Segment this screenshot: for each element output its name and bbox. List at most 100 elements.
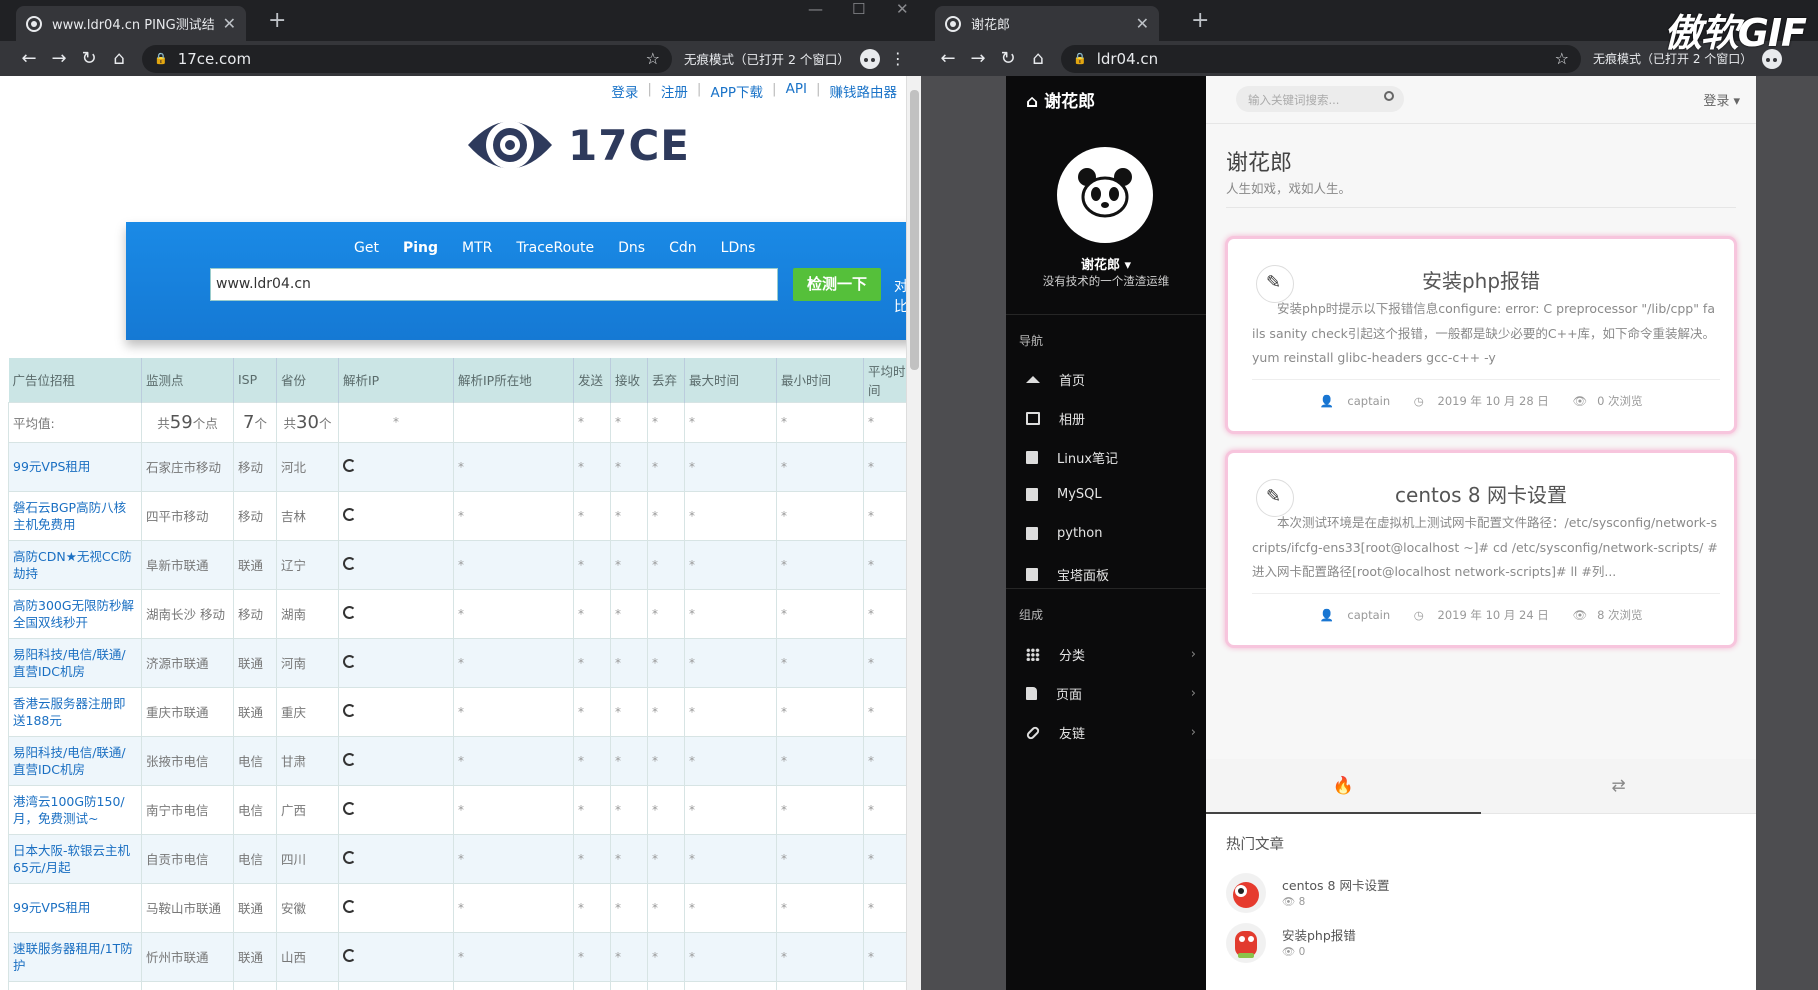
result-cell: * <box>684 637 777 688</box>
home-icon[interactable]: ⌂ <box>104 48 134 69</box>
address-bar[interactable]: 🔒 17ce.com ☆ <box>142 44 672 73</box>
result-cell: * <box>684 931 777 982</box>
avg-cell: * <box>776 401 864 443</box>
close-icon[interactable]: ✕ <box>1136 14 1149 33</box>
nav-item-home[interactable]: 首页 <box>1026 370 1196 389</box>
post-title[interactable]: 安装php报错 <box>1228 265 1734 294</box>
isp-cell: 移动 <box>233 441 277 492</box>
column-header: 最大时间 <box>684 358 777 402</box>
ad-link[interactable]: 高防CDN★无视CC防劫持 <box>8 539 142 590</box>
ad-link[interactable]: 香港云服务器注册即送188元 <box>8 686 142 737</box>
nav-item-linux[interactable]: Linux笔记 <box>1026 448 1196 467</box>
api-link[interactable]: API <box>786 81 807 101</box>
nav-item-python[interactable]: python <box>1026 526 1196 541</box>
tab-mtr[interactable]: MTR <box>462 240 492 256</box>
avg-label: 平均值: <box>8 401 142 443</box>
ad-link[interactable]: 日本大阪-软银云主机65元/月起 <box>8 833 142 884</box>
login-dropdown[interactable]: 登录 ▾ <box>1703 90 1740 109</box>
reload-icon[interactable]: ↻ <box>74 48 104 69</box>
window-close-icon[interactable]: ✕ <box>896 0 909 18</box>
tab-traceroute[interactable]: TraceRoute <box>516 240 594 256</box>
back-icon[interactable]: ← <box>933 48 963 69</box>
post-title[interactable]: centos 8 网卡设置 <box>1228 479 1734 508</box>
nav-item-category[interactable]: 分类 › <box>1026 645 1196 664</box>
ad-link[interactable]: 99元VPS租用 <box>8 882 142 933</box>
search-input[interactable]: 输入关键词搜索... <box>1236 86 1404 112</box>
minimize-icon[interactable]: — <box>808 0 823 18</box>
blog-brand[interactable]: ⌂ 谢花郎 <box>1026 87 1095 112</box>
table-row: 百度cdn加速 流量0.04元/GB黑龙江哈尔滨联通1联通黑龙江******* <box>8 980 907 990</box>
reload-icon[interactable]: ↻ <box>993 48 1023 69</box>
tab-dns[interactable]: Dns <box>618 240 645 256</box>
monitor-node: 张掖市电信 <box>141 735 234 786</box>
hot-post-title[interactable]: 安装php报错 <box>1282 925 1356 944</box>
maximize-icon[interactable]: ☐ <box>852 0 865 18</box>
table-row: 易阳科技/电信/联通/直营IDC机房 张掖市电信 电信 甘肃 * * * * * * * <box>8 735 907 786</box>
result-cell: * <box>776 931 864 982</box>
new-tab-icon[interactable]: + <box>1191 8 1209 33</box>
incognito-icon[interactable] <box>859 48 880 69</box>
divider <box>1006 588 1206 589</box>
register-link[interactable]: 注册 <box>661 81 688 101</box>
new-tab-icon[interactable]: + <box>268 8 286 33</box>
post-card[interactable]: centos 8 网卡设置 本次测试环境是在虚拟机上测试网卡配置文件路径：/et… <box>1225 450 1737 648</box>
check-button[interactable]: 检测一下 <box>793 268 881 301</box>
nav-item-pages[interactable]: 页面 › <box>1026 684 1196 703</box>
bookmark-star-icon[interactable]: ☆ <box>1555 49 1569 68</box>
eye-icon: 👁 <box>1282 946 1299 958</box>
login-link[interactable]: 登录 <box>611 81 638 101</box>
nav-item-mysql[interactable]: MySQL <box>1026 487 1196 502</box>
tab-hot[interactable]: 🔥 <box>1206 759 1481 814</box>
tab-random[interactable]: ⇄ <box>1481 759 1756 814</box>
ad-link[interactable]: 易阳科技/电信/联通/直营IDC机房 <box>8 735 142 786</box>
ad-link[interactable]: 99元VPS租用 <box>8 441 142 492</box>
ad-link[interactable]: 磐石云BGP高防八核主机免费用 <box>8 490 142 541</box>
url-input[interactable]: www.ldr04.cn <box>210 268 778 301</box>
avatar[interactable] <box>1057 147 1153 243</box>
nav-item-baota[interactable]: 宝塔面板 <box>1026 565 1196 584</box>
ce17-logo[interactable]: 17CE <box>466 110 690 180</box>
tab-ping[interactable]: Ping <box>403 240 438 256</box>
post-card[interactable]: 安装php报错 安装php时提示以下报错信息configure: error: … <box>1225 236 1737 434</box>
left-tab[interactable]: www.ldr04.cn PING测试结果 网 ✕ <box>16 6 246 41</box>
ad-link[interactable]: 百度cdn加速 流量0.04元/GB <box>8 980 142 990</box>
right-tab[interactable]: 谢花郎 ✕ <box>935 6 1159 41</box>
isp-cell: 联通 <box>233 931 277 982</box>
bookmark-star-icon[interactable]: ☆ <box>646 49 660 68</box>
home-icon[interactable]: ⌂ <box>1023 48 1053 69</box>
menu-icon[interactable]: ⋮ <box>890 49 906 68</box>
author[interactable]: 👤 captain <box>1314 394 1395 408</box>
result-cell: * <box>610 441 648 492</box>
result-cell: * <box>573 539 611 590</box>
page-scrollbar[interactable] <box>906 76 921 990</box>
user-name[interactable]: 谢花郎 ▾ <box>1006 254 1206 273</box>
author[interactable]: 👤 captain <box>1314 608 1395 622</box>
forward-icon[interactable]: → <box>44 48 74 69</box>
router-link[interactable]: 赚钱路由器 <box>830 81 898 101</box>
tab-get[interactable]: Get <box>354 240 379 256</box>
list-item[interactable]: centos 8 网卡设置 👁 8 <box>1226 873 1626 917</box>
scrollbar-thumb[interactable] <box>910 90 919 370</box>
ad-link[interactable]: 高防300G无限防秒解全国双线秒开 <box>8 588 142 639</box>
app-download-link[interactable]: APP下载 <box>710 81 763 101</box>
ad-link[interactable]: 易阳科技/电信/联通/直营IDC机房 <box>8 637 142 688</box>
result-cell: * <box>863 441 907 492</box>
home-icon: ⌂ <box>1026 92 1045 112</box>
ad-link[interactable]: 港湾云100G防150/月，免费测试~ <box>8 784 142 835</box>
result-cell: * <box>453 490 574 541</box>
tab-cdn[interactable]: Cdn <box>669 240 697 256</box>
back-icon[interactable]: ← <box>14 48 44 69</box>
top-links: 登录 | 注册 | APP下载 | API | 赚钱路由器 <box>611 81 897 101</box>
search-icon[interactable] <box>1384 91 1394 101</box>
nav-item-album[interactable]: 相册 <box>1026 409 1196 428</box>
table-row: 速联服务器租用/1T防护 忻州市联通 联通 山西 * * * * * * * <box>8 931 907 982</box>
hot-post-title[interactable]: centos 8 网卡设置 <box>1282 875 1389 894</box>
forward-icon[interactable]: → <box>963 48 993 69</box>
nav-item-links[interactable]: 友链 › <box>1025 723 1196 742</box>
ad-link[interactable]: 速联服务器租用/1T防护 <box>8 931 142 982</box>
address-bar[interactable]: 🔒 ldr04.cn ☆ <box>1061 44 1581 73</box>
close-icon[interactable]: ✕ <box>223 14 236 33</box>
list-item[interactable]: 安装php报错 👁 0 <box>1226 923 1626 967</box>
user-icon: 👤 <box>1319 394 1338 408</box>
tab-ldns[interactable]: LDns <box>721 240 756 256</box>
